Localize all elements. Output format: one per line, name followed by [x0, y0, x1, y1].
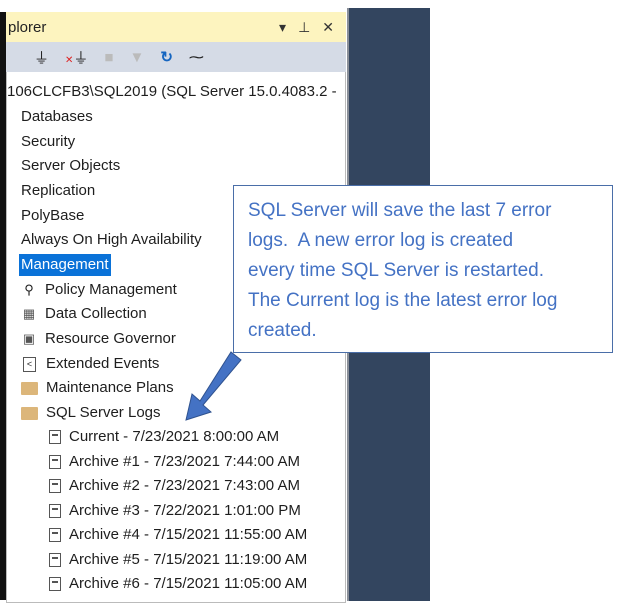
callout-arrow-icon [185, 351, 242, 421]
